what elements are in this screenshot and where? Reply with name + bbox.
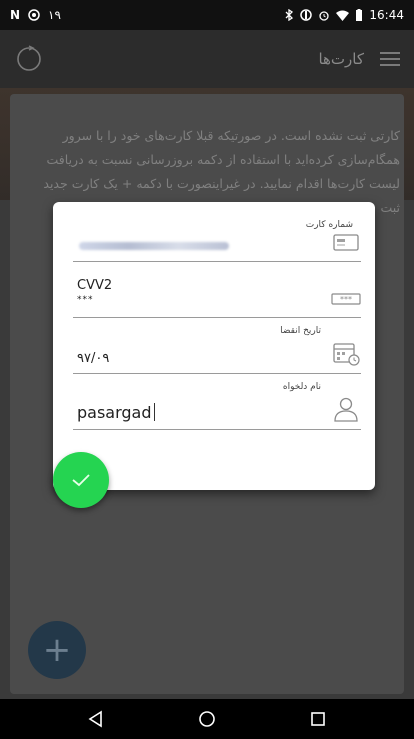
home-icon[interactable] bbox=[198, 710, 216, 728]
add-label: + bbox=[42, 630, 72, 670]
card-number-value bbox=[79, 242, 229, 250]
nickname-field[interactable]: نام دلخواه pasargad bbox=[73, 376, 361, 430]
app-bar: کارت‌ها bbox=[0, 30, 414, 88]
credit-card-icon bbox=[333, 234, 359, 251]
nickname-value: pasargad bbox=[77, 403, 155, 422]
cvv-box-icon: *** bbox=[331, 293, 361, 305]
add-card-dialog: شماره کارت CVV2 *** *** تاریخ انقضا ۹۷/۰… bbox=[53, 202, 375, 490]
navigation-bar bbox=[0, 699, 414, 739]
expiry-label: تاریخ انقضا bbox=[280, 326, 321, 336]
text-cursor bbox=[153, 403, 155, 421]
expiry-underline bbox=[73, 373, 361, 374]
refresh-icon[interactable] bbox=[14, 44, 44, 74]
expiry-field[interactable]: تاریخ انقضا ۹۷/۰۹ bbox=[73, 320, 361, 374]
battery-icon bbox=[356, 9, 363, 21]
add-card-button[interactable]: + bbox=[28, 621, 86, 679]
user-icon bbox=[334, 397, 358, 422]
nickname-underline bbox=[73, 429, 361, 430]
notification-count: ۱۹ bbox=[48, 8, 61, 22]
status-bar: N ۱۹ 16:44 bbox=[0, 0, 414, 30]
whatsapp-icon bbox=[28, 9, 40, 21]
screen: N ۱۹ 16:44 کارت‌ها کارتی ثبت نشده است. د… bbox=[0, 0, 414, 739]
bluetooth-icon bbox=[285, 9, 294, 21]
clock: 16:44 bbox=[369, 8, 404, 22]
svg-text:***: *** bbox=[340, 295, 352, 304]
alarm-icon bbox=[319, 11, 330, 21]
card-number-field[interactable]: شماره کارت bbox=[73, 208, 361, 262]
menu-icon[interactable] bbox=[380, 52, 400, 66]
nickname-label: نام دلخواه bbox=[282, 382, 321, 392]
confirm-button[interactable] bbox=[53, 452, 109, 508]
cvv-underline bbox=[73, 317, 361, 318]
card-number-underline bbox=[73, 261, 361, 262]
n-icon: N bbox=[10, 8, 21, 22]
calendar-clock-icon bbox=[333, 343, 360, 366]
back-icon[interactable] bbox=[87, 710, 105, 728]
check-icon bbox=[72, 474, 90, 487]
data-icon bbox=[300, 9, 313, 21]
cvv-value: *** bbox=[77, 295, 94, 305]
wifi-icon bbox=[336, 10, 350, 21]
cvv-field[interactable]: CVV2 *** *** bbox=[73, 264, 361, 318]
recents-icon[interactable] bbox=[309, 710, 327, 728]
cvv-label: CVV2 bbox=[77, 278, 113, 293]
page-title: کارت‌ها bbox=[318, 50, 364, 68]
expiry-value: ۹۷/۰۹ bbox=[77, 351, 110, 366]
